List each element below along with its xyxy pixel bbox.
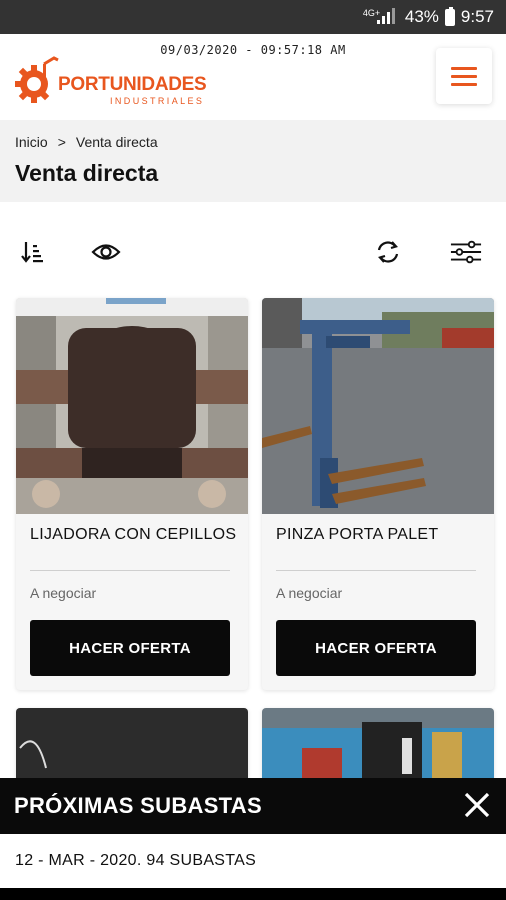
product-image[interactable] [262,298,494,514]
auctions-banner[interactable]: PRÓXIMAS SUBASTAS [0,778,506,834]
product-card[interactable] [262,708,494,788]
eye-icon [91,244,121,260]
status-bar: 4G+ 43% 9:57 [0,0,506,34]
breadcrumb: Inicio > Venta directa [15,134,158,150]
product-image[interactable] [16,298,248,514]
divider [30,570,230,571]
auctions-info[interactable]: 12 - MAR - 2020. 94 SUBASTAS [0,834,506,888]
page-title: Venta directa [15,160,159,186]
gear-logo-icon [15,56,59,103]
product-price: A negociar [276,585,343,601]
menu-button[interactable] [436,48,492,104]
auctions-date: 12 - MAR - 2020. 94 SUBASTAS [15,852,257,869]
network-type: 4G+ [362,8,381,18]
close-icon [464,792,490,818]
product-image[interactable] [262,708,494,788]
auctions-title: PRÓXIMAS SUBASTAS [14,793,262,818]
sort-button[interactable] [16,236,48,268]
close-button[interactable] [462,790,492,820]
breadcrumb-home[interactable]: Inicio [15,134,48,150]
system-nav-bar [0,888,506,900]
breadcrumb-current: Venta directa [75,134,158,150]
toolbar [0,228,506,276]
app-header: 09/03/2020 - 09:57:18 AM PORTUNIDADES IN… [0,34,506,120]
filter-icon [450,240,482,264]
battery-percent: 43% [404,7,439,26]
product-title[interactable]: PINZA PORTA PALET [276,526,438,544]
signal-icon: 4G+ [363,8,399,26]
sort-icon [21,242,43,263]
divider [276,570,476,571]
status-indicators: 4G+ 43% 9:57 [363,6,494,27]
logo-text: PORTUNIDADES [58,74,207,95]
clock: 9:57 [460,7,494,26]
view-button[interactable] [90,236,122,268]
logo[interactable]: PORTUNIDADES INDUSTRIALES [14,52,207,108]
product-card[interactable]: LIJADORA CON CEPILLOS A negociar HACER O… [16,298,248,690]
product-card[interactable]: PINZA PORTA PALET A negociar HACER OFERT… [262,298,494,690]
page-header: Inicio > Venta directa Venta directa [0,120,506,202]
filter-button[interactable] [450,236,482,268]
product-image[interactable] [16,708,248,788]
make-offer-button[interactable]: HACER OFERTA [30,620,230,676]
product-card[interactable] [16,708,248,788]
battery-icon [444,6,455,26]
product-title[interactable]: LIJADORA CON CEPILLOS [30,526,236,544]
breadcrumb-separator: > [57,134,66,150]
logo-subtitle: INDUSTRIALES [110,96,205,106]
hamburger-icon [451,66,477,70]
make-offer-button[interactable]: HACER OFERTA [276,620,476,676]
refresh-button[interactable] [372,236,404,268]
product-price: A negociar [30,585,97,601]
refresh-icon [377,241,399,263]
